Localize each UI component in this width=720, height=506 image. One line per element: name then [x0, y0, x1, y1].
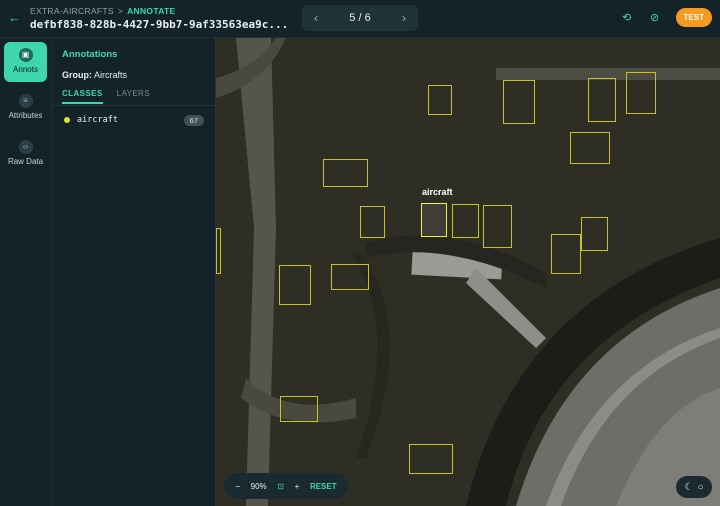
class-color-dot: [64, 117, 70, 123]
eye-off-icon[interactable]: ⊘: [648, 11, 662, 24]
aircraft-bbox[interactable]: [216, 228, 221, 274]
aircraft-bbox[interactable]: [360, 206, 385, 238]
reset-button[interactable]: RESET: [310, 482, 337, 491]
test-button[interactable]: TEST: [675, 8, 712, 27]
breadcrumb-mode: ANNOTATE: [127, 6, 176, 16]
top-actions: ⟲ ⊘ TEST: [620, 8, 712, 27]
circle-icon: ○: [697, 481, 704, 493]
annotations-panel: Annotations Group: Aircrafts CLASSES LAY…: [52, 38, 216, 506]
lock-icon[interactable]: ⊡: [277, 482, 284, 491]
panel-title: Annotations: [62, 49, 118, 60]
side-rail: ▣ Annots ≡ Attributes ‹› Raw Data: [0, 38, 52, 506]
aircraft-bbox[interactable]: [279, 265, 311, 305]
rail-item-attributes[interactable]: ≡ Attributes: [4, 88, 47, 128]
tab-classes[interactable]: CLASSES: [62, 89, 103, 104]
image-canvas[interactable]: aircraft: [216, 38, 720, 506]
aircraft-bbox[interactable]: [483, 205, 512, 248]
class-row-aircraft[interactable]: aircraft 67: [64, 114, 204, 126]
code-icon: ‹›: [18, 140, 33, 154]
aircraft-bbox[interactable]: [588, 78, 616, 122]
rail-label: Attributes: [8, 111, 43, 120]
breadcrumb: EXTRA-AIRCRAFTS > ANNOTATE: [30, 6, 175, 16]
zoom-controls: − 90% ⊡ + RESET: [224, 473, 348, 499]
tab-layers[interactable]: LAYERS: [117, 89, 150, 104]
group-info: Group: Aircrafts: [62, 70, 127, 80]
aircraft-bbox[interactable]: [503, 80, 535, 124]
selected-bbox-label: aircraft: [422, 187, 453, 197]
pager: ‹ 5 / 6 ›: [302, 5, 418, 31]
aircraft-bbox[interactable]: [428, 85, 452, 115]
annotation-icon: ▣: [18, 48, 33, 62]
aircraft-bbox[interactable]: [409, 444, 453, 474]
tabs-divider: [52, 105, 216, 106]
class-name: aircraft: [77, 115, 118, 125]
zoom-in-button[interactable]: +: [295, 482, 300, 491]
aircraft-bbox[interactable]: [323, 159, 368, 187]
chevron-left-icon[interactable]: ‹: [314, 11, 318, 25]
aircraft-bbox[interactable]: [452, 204, 479, 238]
zoom-out-button[interactable]: −: [235, 482, 240, 491]
aircraft-bbox-selected[interactable]: [421, 203, 447, 237]
breadcrumb-project[interactable]: EXTRA-AIRCRAFTS: [30, 6, 114, 16]
aircraft-bbox[interactable]: [551, 234, 581, 274]
group-label: Group:: [62, 70, 92, 80]
moon-icon: ☾: [684, 481, 694, 493]
rail-item-raw-data[interactable]: ‹› Raw Data: [4, 134, 47, 174]
arrow-left-icon[interactable]: ←: [8, 11, 22, 25]
theme-toggle[interactable]: ☾ ○: [676, 476, 712, 498]
aircraft-bbox[interactable]: [581, 217, 608, 251]
history-icon[interactable]: ⟲: [620, 11, 634, 24]
list-icon: ≡: [18, 94, 33, 108]
rail-item-annots[interactable]: ▣ Annots: [4, 42, 47, 82]
chevron-right-icon: >: [117, 6, 124, 16]
top-bar: ← EXTRA-AIRCRAFTS > ANNOTATE defbf838-82…: [0, 0, 720, 38]
class-count-badge: 67: [183, 114, 204, 126]
aircraft-bbox[interactable]: [626, 72, 656, 114]
aircraft-bbox[interactable]: [280, 396, 318, 422]
aircraft-bbox[interactable]: [570, 132, 610, 164]
aircraft-bbox[interactable]: [331, 264, 369, 290]
rail-label: Annots: [13, 65, 38, 74]
panel-tabs: CLASSES LAYERS: [62, 89, 150, 104]
page-indicator: 5 / 6: [349, 12, 371, 24]
document-id: defbf838-828b-4427-9bb7-9af33563ea9c...: [30, 18, 289, 31]
rail-label: Raw Data: [7, 157, 44, 166]
group-value: Aircrafts: [94, 70, 128, 80]
chevron-right-icon[interactable]: ›: [402, 11, 406, 25]
zoom-level: 90%: [250, 481, 267, 491]
